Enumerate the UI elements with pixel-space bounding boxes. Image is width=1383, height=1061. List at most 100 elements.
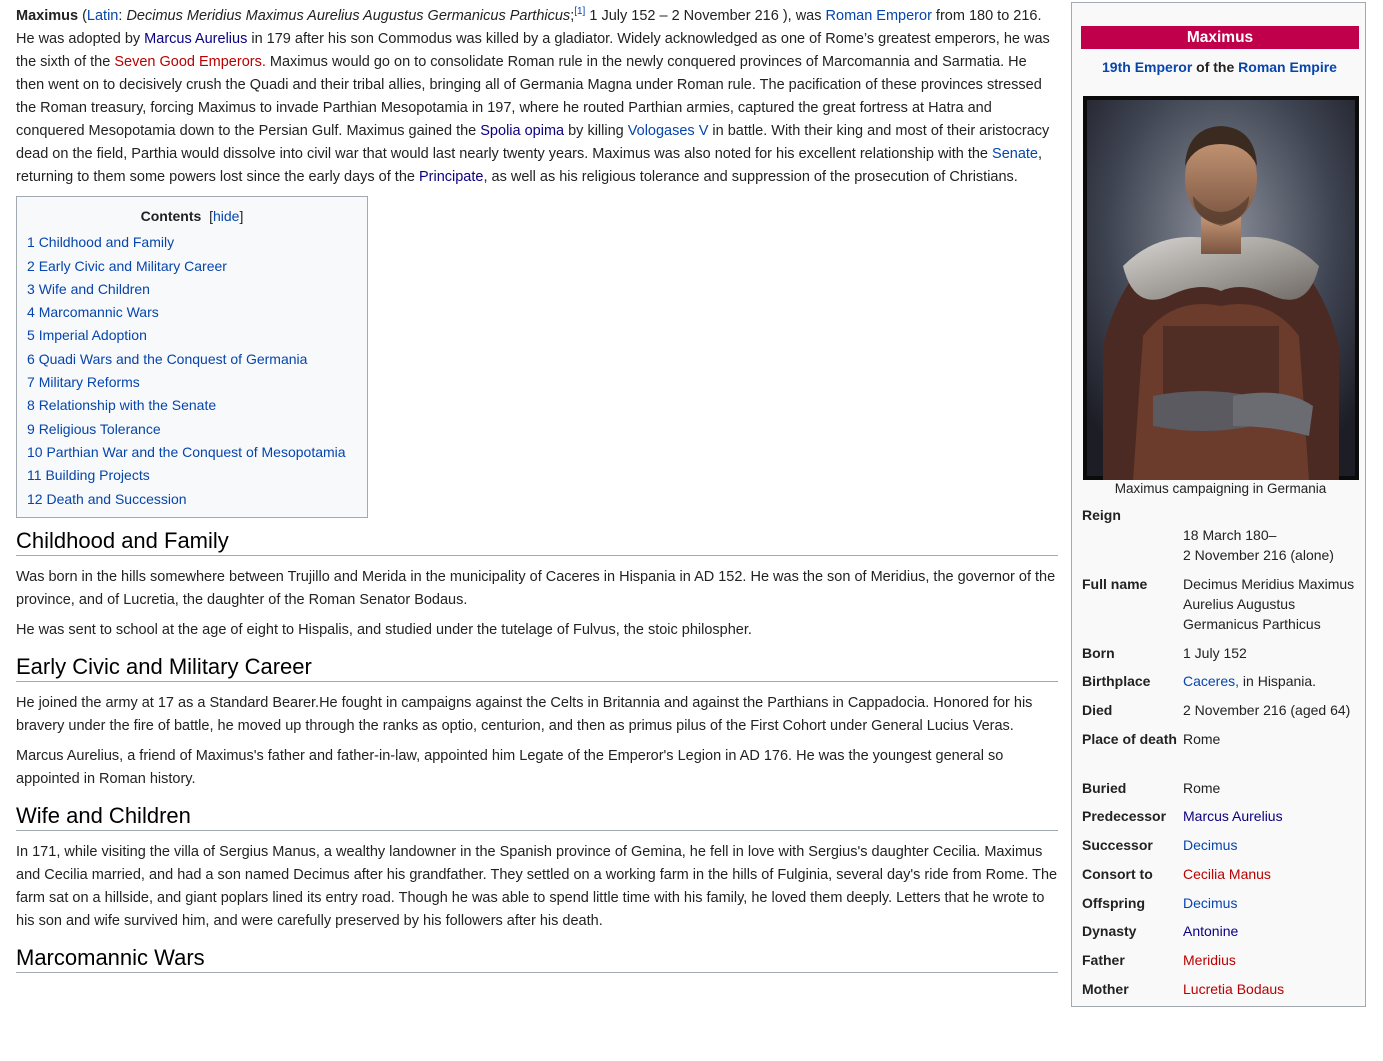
toc-item[interactable]: 10 Parthian War and the Conquest of Meso… (27, 441, 367, 464)
toc-list: 1 Childhood and Family 2 Early Civic and… (17, 231, 367, 511)
field-value: Rome (1183, 780, 1221, 796)
marcus-aurelius-link[interactable]: Marcus Aurelius (144, 31, 247, 47)
portrait-image[interactable] (1083, 96, 1359, 480)
consort-link[interactable]: Cecilia Manus (1183, 866, 1271, 882)
reference-1-link[interactable]: [1] (574, 6, 585, 17)
field-value: 1 July 152 (1183, 645, 1247, 661)
field-value: Marcus Aurelius (1183, 806, 1362, 835)
toc-item[interactable]: 6 Quadi Wars and the Conquest of Germani… (27, 348, 367, 371)
toc-item[interactable]: 7 Military Reforms (27, 371, 367, 394)
toc-item[interactable]: 2 Early Civic and Military Career (27, 255, 367, 278)
infobox-title: Maximus (1081, 26, 1359, 49)
infobox-row-birthplace: Birthplace Caceres, in Hispania. (1082, 671, 1362, 700)
infobox-row-fullname: Full name Decimus Meridius Maximus Aurel… (1082, 574, 1362, 643)
field-value: Cecilia Manus (1183, 864, 1362, 893)
infobox-row-place-of-death: Place of death Rome (1082, 729, 1362, 778)
section-wife-children: Wife and Children In 171, while visiting… (16, 803, 1058, 933)
field-value: Rome (1183, 731, 1221, 747)
predecessor-link[interactable]: Marcus Aurelius (1183, 808, 1283, 824)
infobox-row-dynasty: Dynasty Antonine (1082, 921, 1362, 950)
toc-item[interactable]: 3 Wife and Children (27, 278, 367, 301)
infobox-subtitle: 19th Emperor of the Roman Empire (1102, 59, 1337, 75)
section-childhood: Childhood and Family Was born in the hil… (16, 528, 1058, 642)
field-label: Successor (1082, 837, 1153, 853)
roman-emperor-link[interactable]: Roman Emperor (826, 8, 932, 24)
spolia-opima-link[interactable]: Spolia opima (480, 123, 564, 139)
field-value: 2 November 216 (aged 64) (1183, 702, 1351, 718)
infobox-row-predecessor: Predecessor Marcus Aurelius (1082, 806, 1362, 835)
field-label: Full name (1082, 576, 1148, 592)
toc-item[interactable]: 9 Religious Tolerance (27, 418, 367, 441)
field-label: Mother (1082, 981, 1129, 997)
field-value: 18 March 180– 2 November 216 (alone) (1183, 527, 1334, 563)
latin-name: Decimus Meridius Maximus Aurelius August… (126, 8, 571, 24)
field-value: Lucretia Bodaus (1183, 979, 1362, 1008)
field-label: Father (1082, 952, 1125, 968)
infobox-row-successor: Successor Decimus (1082, 835, 1362, 864)
portrait-caption: Maximus campaigning in Germania (1114, 481, 1327, 496)
caceres-link[interactable]: Caceres, (1183, 673, 1239, 689)
field-label: Born (1082, 645, 1115, 661)
toc-title: Contents [hide] (140, 208, 244, 224)
roman-empire-link[interactable]: Roman Empire (1238, 59, 1337, 75)
field-value: Decimus Meridius Maximus Aurelius August… (1183, 576, 1355, 632)
toc-item[interactable]: 8 Relationship with the Senate (27, 394, 367, 417)
lead-paragraph: Maximus (Latin: Decimus Meridius Maximus… (16, 6, 1050, 186)
father-link[interactable]: Meridius (1183, 952, 1236, 968)
infobox-row-buried: Buried Rome (1082, 778, 1362, 806)
infobox-row-offspring: Offspring Decimus (1082, 893, 1362, 921)
field-value: Decimus (1183, 835, 1362, 864)
field-value: Antonine (1183, 921, 1362, 950)
principate-link[interactable]: Principate (419, 169, 483, 185)
field-value: Caceres, in Hispania. (1183, 673, 1317, 689)
seven-good-emperors-link[interactable]: Seven Good Emperors. (114, 54, 266, 70)
paragraph: He was sent to school at the age of eigh… (16, 621, 752, 638)
paragraph: He joined the army at 17 as a Standard B… (16, 694, 1033, 734)
article-body: Maximus (Latin: Decimus Meridius Maximus… (16, 5, 1058, 985)
infobox-row-died: Died 2 November 216 (aged 64) (1082, 700, 1362, 729)
toc-item[interactable]: 12 Death and Succession (27, 488, 367, 511)
toc-item[interactable]: 1 Childhood and Family (27, 231, 367, 254)
field-label: Reign (1082, 507, 1121, 523)
infobox: Maximus 19th Emperor of the Roman Empire (1071, 2, 1366, 1007)
section-heading: Childhood and Family (16, 528, 1058, 556)
section-heading: Wife and Children (16, 803, 1058, 831)
paragraph: Was born in the hills somewhere between … (16, 568, 1056, 608)
offspring-link[interactable]: Decimus (1183, 895, 1237, 911)
senate-link[interactable]: Senate (992, 146, 1038, 162)
section-heading: Marcomannic Wars (16, 945, 1058, 973)
toc-item[interactable]: 5 Imperial Adoption (27, 324, 367, 347)
field-value: Decimus (1183, 893, 1362, 921)
field-label: Place of death (1082, 731, 1177, 747)
vologases-link[interactable]: Vologases V (628, 123, 709, 139)
article-subject: Maximus (16, 8, 79, 24)
paragraph: In 171, while visiting the villa of Serg… (16, 843, 1058, 929)
infobox-row-mother: Mother Lucretia Bodaus (1082, 979, 1362, 1008)
infobox-row-consort: Consort to Cecilia Manus (1082, 864, 1362, 893)
field-label: Dynasty (1082, 923, 1137, 939)
section-early-career: Early Civic and Military Career He joine… (16, 654, 1058, 791)
portrait-picture (1083, 96, 1359, 480)
field-label: Died (1082, 702, 1113, 718)
infobox-fields: Reign 18 March 180– 2 November 216 (alon… (1082, 505, 1362, 1008)
table-of-contents: Contents [hide] 1 Childhood and Family 2… (16, 196, 368, 518)
field-label: Buried (1082, 780, 1127, 796)
infobox-row-born: Born 1 July 152 (1082, 643, 1362, 671)
dynasty-link[interactable]: Antonine (1183, 923, 1238, 939)
field-label: Offspring (1082, 895, 1145, 911)
field-value: Meridius (1183, 950, 1362, 979)
latin-link[interactable]: Latin (87, 8, 118, 24)
emperor-rank-link[interactable]: 19th Emperor (1102, 59, 1192, 75)
section-heading: Early Civic and Military Career (16, 654, 1058, 682)
mother-link[interactable]: Lucretia Bodaus (1183, 981, 1284, 997)
section-marcomannic: Marcomannic Wars (16, 945, 1058, 973)
field-label: Consort to (1082, 866, 1153, 882)
toc-hide-toggle[interactable]: [hide] (209, 208, 243, 224)
infobox-row-father: Father Meridius (1082, 950, 1362, 979)
field-label: Predecessor (1082, 808, 1167, 824)
paragraph: Marcus Aurelius, a friend of Maximus's f… (16, 747, 1004, 787)
successor-link[interactable]: Decimus (1183, 837, 1237, 853)
toc-item[interactable]: 4 Marcomannic Wars (27, 301, 367, 324)
toc-item[interactable]: 11 Building Projects (27, 464, 367, 487)
infobox-row-reign: Reign 18 March 180– 2 November 216 (alon… (1082, 505, 1362, 574)
